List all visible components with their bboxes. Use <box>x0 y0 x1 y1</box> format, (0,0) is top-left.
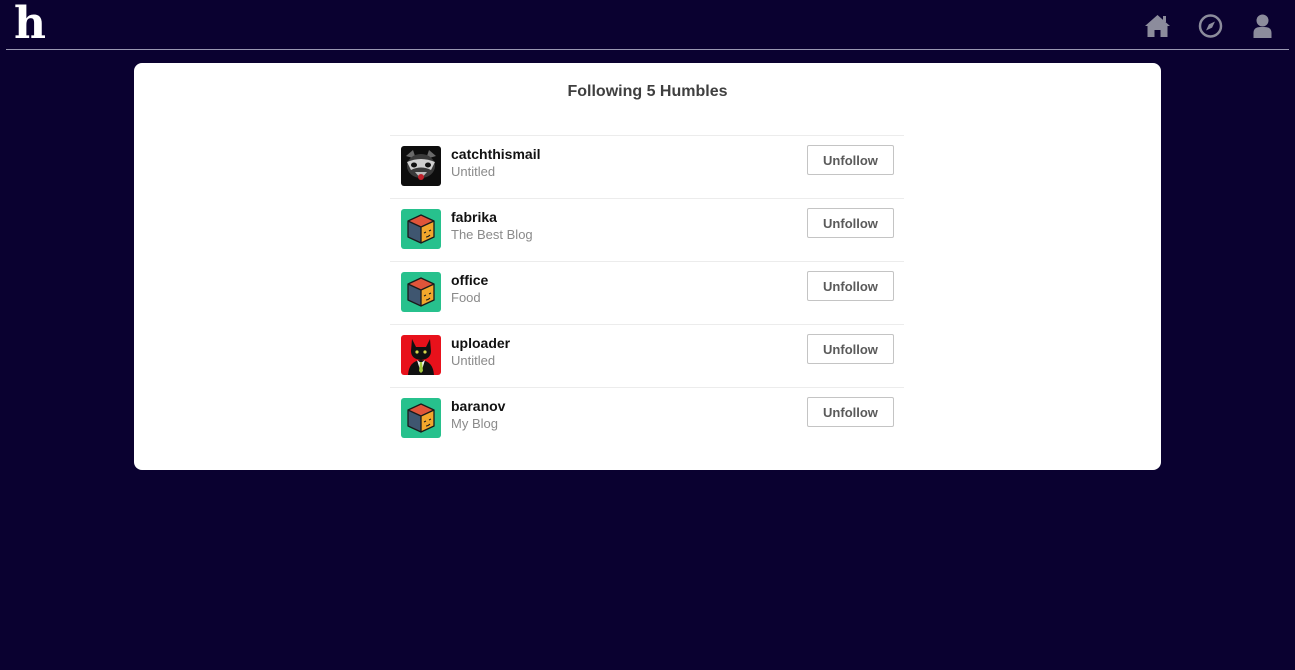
following-card: Following 5 Humbles catchthismail Untitl… <box>134 63 1161 470</box>
unfollow-button[interactable]: Unfollow <box>807 334 894 364</box>
unfollow-button[interactable]: Unfollow <box>807 271 894 301</box>
follow-row: office Food Unfollow <box>390 261 904 324</box>
page-title: Following 5 Humbles <box>567 83 728 100</box>
follow-row: catchthismail Untitled Unfollow <box>390 135 904 198</box>
blog-name: Food <box>451 290 481 305</box>
unfollow-button[interactable]: Unfollow <box>807 145 894 175</box>
blog-name: The Best Blog <box>451 227 533 242</box>
following-list: catchthismail Untitled Unfollow fabrika … <box>390 135 904 450</box>
cat-avatar[interactable] <box>401 335 441 375</box>
cube-avatar[interactable] <box>401 272 441 312</box>
unfollow-button[interactable]: Unfollow <box>807 208 894 238</box>
username[interactable]: baranov <box>451 398 505 414</box>
user-icon[interactable] <box>1249 13 1276 39</box>
raccoon-avatar[interactable] <box>401 146 441 186</box>
blog-name: Untitled <box>451 353 496 368</box>
blog-name: Untitled <box>451 164 496 179</box>
username[interactable]: catchthismail <box>451 146 540 162</box>
username[interactable]: office <box>451 272 488 288</box>
cube-avatar[interactable] <box>401 398 441 438</box>
follow-row: uploader Untitled Unfollow <box>390 324 904 387</box>
unfollow-button[interactable]: Unfollow <box>807 397 894 427</box>
follow-row: baranov My Blog Unfollow <box>390 387 904 450</box>
username[interactable]: fabrika <box>451 209 497 225</box>
top-bar: h <box>6 0 1289 50</box>
username[interactable]: uploader <box>451 335 510 351</box>
blog-name: My Blog <box>451 416 498 431</box>
follow-row: fabrika The Best Blog Unfollow <box>390 198 904 261</box>
compass-icon[interactable] <box>1197 13 1224 39</box>
home-icon[interactable] <box>1144 13 1171 39</box>
humble-logo[interactable]: h <box>14 2 46 46</box>
cube-avatar[interactable] <box>401 209 441 249</box>
